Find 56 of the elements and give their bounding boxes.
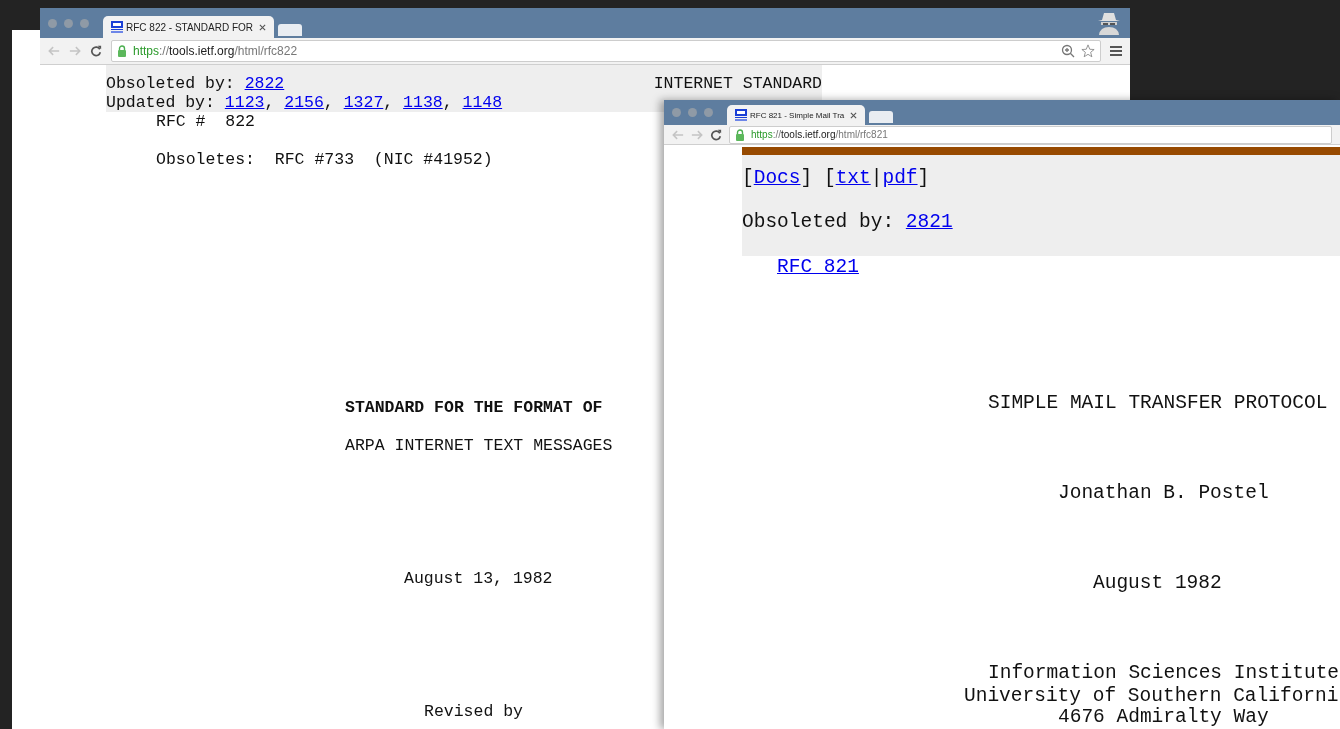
hat-figure-icon <box>1096 11 1122 35</box>
link[interactable]: 1327 <box>343 93 384 112</box>
link[interactable]: 1148 <box>462 93 503 112</box>
link[interactable]: Docs <box>753 167 801 189</box>
document-text: Information Sciences Institute <box>988 662 1340 685</box>
document-text: August 13, 1982 <box>404 569 553 588</box>
status-label: INTERNET STANDARD <box>653 74 822 93</box>
browser-tab[interactable]: RFC 821 - Simple Mail Tra <box>727 105 866 126</box>
favicon-icon <box>111 21 123 33</box>
document-text: Obsoletes: RFC #733 (NIC #41952) <box>156 150 493 169</box>
link[interactable]: 1123 <box>224 93 265 112</box>
zoom-dot-icon[interactable] <box>80 18 89 28</box>
back-arrow-icon[interactable] <box>48 45 60 57</box>
reload-icon[interactable] <box>710 128 722 141</box>
header-line: Obsoleted by: 2821 <box>742 211 953 234</box>
document-text: Revised by <box>424 702 524 721</box>
lock-icon <box>735 128 745 141</box>
zoom-dot-icon[interactable] <box>704 108 713 118</box>
forward-arrow-icon[interactable] <box>69 45 81 57</box>
document-title: STANDARD FOR THE FORMAT OF <box>345 398 603 417</box>
close-dot-icon[interactable] <box>672 108 681 118</box>
lock-icon <box>117 45 127 57</box>
link[interactable]: txt <box>835 167 871 189</box>
address-field[interactable]: https://tools.ietf.org/html/rfc821 <box>729 125 1332 144</box>
forward-arrow-icon[interactable] <box>691 128 703 141</box>
menu-icon[interactable] <box>1110 46 1122 56</box>
star-icon[interactable] <box>1081 44 1095 58</box>
link[interactable]: 1138 <box>403 93 443 112</box>
address-field[interactable]: https://tools.ietf.org/html/rfc822 <box>111 40 1101 62</box>
zoom-icon[interactable] <box>1061 44 1075 58</box>
document-text: ARPA INTERNET TEXT MESSAGES <box>345 436 613 455</box>
document-text: August 1982 <box>1093 572 1222 595</box>
minimize-dot-icon[interactable] <box>688 108 697 118</box>
link[interactable]: pdf <box>882 167 918 189</box>
link[interactable]: 2156 <box>284 93 324 112</box>
close-icon[interactable] <box>850 111 858 119</box>
document-text: RFC # 822 <box>156 112 256 131</box>
close-icon[interactable] <box>259 23 267 31</box>
document-text: SIMPLE MAIL TRANSFER PROTOCOL <box>988 392 1328 415</box>
document-text: Jonathan B. Postel <box>1058 482 1269 505</box>
browser-tab[interactable]: RFC 822 - STANDARD FOR <box>103 16 275 38</box>
header-line: Updated by: 1123, 2156, 1327, 1138, 1148 <box>106 93 503 112</box>
document-text: University of Southern Californi <box>964 685 1339 707</box>
minimize-dot-icon[interactable] <box>64 18 73 28</box>
header-line: Obsoleted by: 2822 <box>106 74 285 93</box>
link[interactable]: RFC 821 <box>777 256 859 279</box>
header-line: [Docs] [txt|pdf] <box>742 167 930 190</box>
favicon-icon <box>735 109 747 122</box>
link[interactable]: 2821 <box>905 211 953 233</box>
back-arrow-icon[interactable] <box>672 128 684 141</box>
document-text: 4676 Admiralty Way <box>1058 706 1269 729</box>
link[interactable]: 2822 <box>244 74 285 93</box>
new-tab-button[interactable] <box>278 24 303 36</box>
reload-icon[interactable] <box>90 45 102 57</box>
close-dot-icon[interactable] <box>48 18 57 28</box>
new-tab-button[interactable] <box>869 111 894 124</box>
